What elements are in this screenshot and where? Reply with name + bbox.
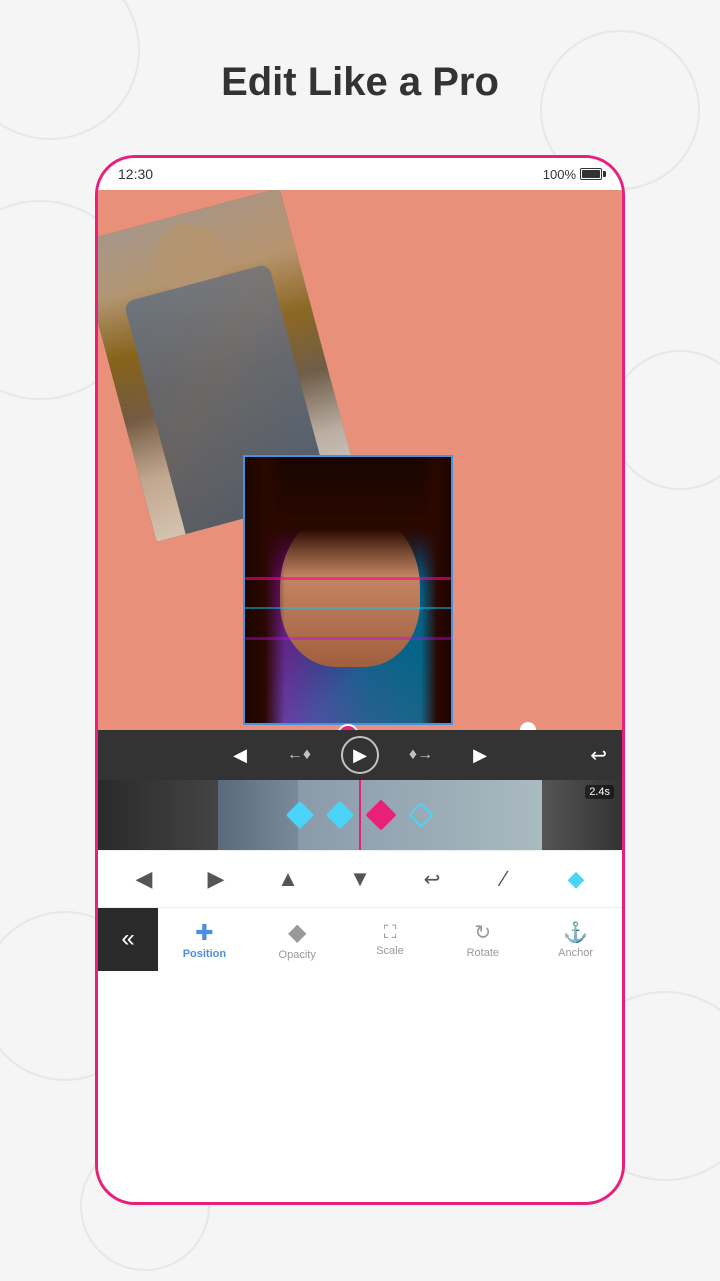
battery-icon [580, 168, 602, 180]
prev-keyframe-button[interactable]: ←♦ [282, 738, 316, 772]
up-icon: ▲ [277, 866, 299, 892]
playback-controls: ◀ ←♦ ▶ ♦→ ▶ ↩ [98, 730, 622, 780]
keyframe-2[interactable] [326, 801, 354, 829]
undo-button[interactable]: ↩ [590, 743, 607, 768]
phone-frame: 12:30 100% [95, 155, 625, 1205]
scale-icon: ⛶ [384, 922, 397, 943]
line-icon: ∕ [502, 866, 506, 892]
tool-up[interactable]: ▲ [264, 859, 312, 899]
nav-rotate[interactable]: ↻ Rotate [436, 908, 529, 971]
keyframe-4[interactable] [408, 802, 433, 827]
battery-percent: 100% [543, 167, 576, 182]
canvas-area[interactable] [98, 190, 622, 730]
rotate-label: Rotate [467, 947, 499, 959]
next-button[interactable]: ▶ [463, 738, 497, 772]
status-bar: 12:30 100% [98, 158, 622, 190]
anchor-icon: ⚓ [563, 920, 588, 945]
keyframe-active[interactable] [365, 799, 396, 830]
timeline[interactable]: 2.4s [98, 780, 622, 850]
nav-position[interactable]: ✚ Position [158, 908, 251, 971]
forward-icon: ▶ [208, 866, 225, 892]
down-icon: ▼ [349, 866, 371, 892]
play-button[interactable]: ▶ [341, 736, 379, 774]
photo-woman[interactable] [243, 455, 453, 725]
scale-label: Scale [376, 945, 404, 957]
bottom-toolbar: ◀ ▶ ▲ ▼ ↩ ∕ ◆ [98, 850, 622, 907]
prev-button[interactable]: ◀ [223, 738, 257, 772]
keyframe-1[interactable] [286, 801, 314, 829]
timeline-duration: 2.4s [585, 785, 614, 799]
collapse-button[interactable]: « [98, 908, 158, 971]
tool-diamond[interactable]: ◆ [552, 859, 600, 899]
tool-down[interactable]: ▼ [336, 859, 384, 899]
tool-curve[interactable]: ↩ [408, 859, 456, 899]
nav-scale[interactable]: ⛶ Scale [344, 908, 437, 971]
collapse-icon: « [121, 925, 134, 953]
anchor-label: Anchor [558, 947, 593, 959]
curve-icon: ↩ [424, 867, 441, 892]
rotate-icon: ↻ [474, 920, 491, 945]
nav-opacity[interactable]: ◆ Opacity [251, 908, 344, 971]
tool-line[interactable]: ∕ [480, 859, 528, 899]
page-title: Edit Like a Pro [0, 60, 720, 105]
position-icon: ✚ [195, 920, 213, 946]
bottom-nav: « ✚ Position ◆ Opacity ⛶ Scale ↻ Rotate … [98, 907, 622, 971]
tool-forward[interactable]: ▶ [192, 859, 240, 899]
next-keyframe-button[interactable]: ♦→ [404, 738, 438, 772]
status-right: 100% [543, 167, 602, 182]
tool-back[interactable]: ◀ [120, 859, 168, 899]
back-icon: ◀ [136, 866, 153, 892]
opacity-icon: ◆ [288, 918, 306, 947]
timeline-cursor [359, 780, 361, 850]
position-label: Position [183, 948, 226, 960]
opacity-label: Opacity [279, 949, 316, 961]
status-time: 12:30 [118, 166, 153, 182]
diamond-icon: ◆ [568, 866, 585, 892]
nav-anchor[interactable]: ⚓ Anchor [529, 908, 622, 971]
